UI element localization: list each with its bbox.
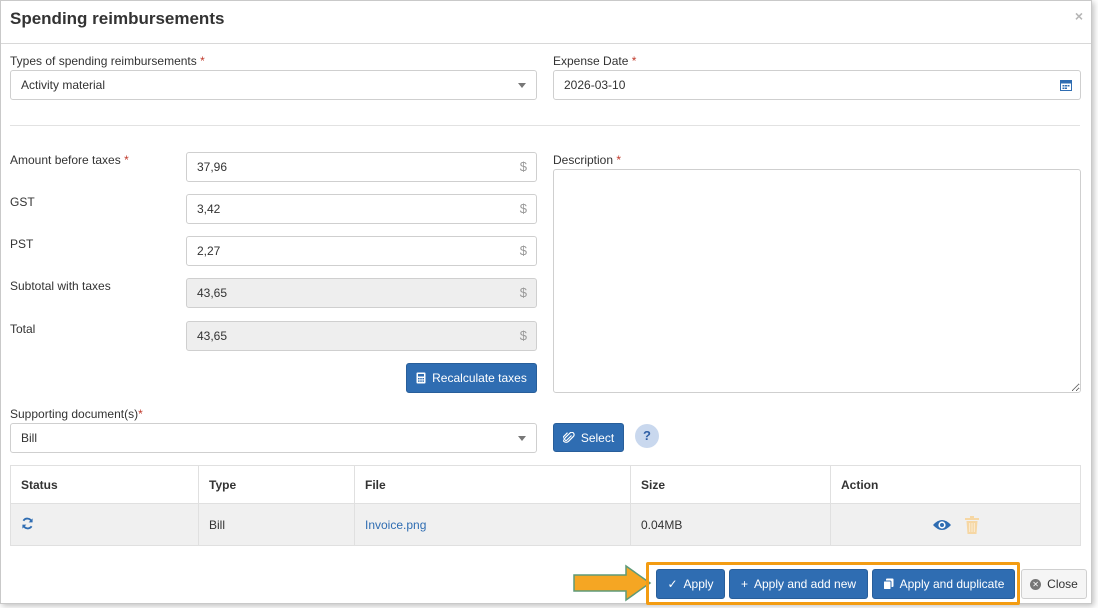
documents-table: Status Type File Size Action Bill Invoic… [10,465,1081,546]
chevron-down-icon [518,83,526,88]
apply-and-duplicate-button[interactable]: Apply and duplicate [872,569,1015,599]
apply-and-duplicate-label: Apply and duplicate [899,577,1005,591]
amount-input[interactable]: 37,96 $ [186,152,537,182]
description-label: Description * [553,153,621,167]
apply-button[interactable]: ✓ Apply [656,569,725,599]
table-row: Bill Invoice.png 0.04MB [10,503,1081,546]
subtotal-label: Subtotal with taxes [10,279,111,293]
docs-label: Supporting document(s)* [10,407,143,421]
amount-value: 37,96 [197,160,228,174]
total-field: 43,65 $ [186,321,537,351]
type-label-text: Types of spending reimbursements [10,54,197,68]
recalculate-taxes-label: Recalculate taxes [432,371,527,385]
paperclip-icon [562,431,575,443]
arrow-right-icon [573,564,652,602]
help-icon[interactable]: ? [635,424,659,448]
close-button[interactable]: ✕ Close [1021,569,1087,599]
type-select-value: Activity material [21,78,106,92]
required-mark: * [631,54,637,68]
dollar-icon: $ [519,159,527,174]
file-cell: Invoice.png [354,503,631,546]
subtotal-field: 43,65 $ [186,278,537,308]
chevron-down-icon [518,436,526,441]
apply-and-add-new-button[interactable]: + Apply and add new [729,569,868,599]
close-circle-icon: ✕ [1030,578,1042,590]
date-label: Expense Date * [553,54,636,68]
refresh-icon[interactable] [21,517,34,530]
column-header: Action [830,465,1081,504]
column-header: Size [630,465,831,504]
file-link[interactable]: Invoice.png [365,518,426,532]
calculator-icon [416,372,426,384]
dollar-icon: $ [519,243,527,258]
total-value: 43,65 [197,329,228,343]
copy-icon [882,578,894,590]
expense-date-field[interactable]: 2026-03-10 [553,70,1081,100]
dollar-icon: $ [519,285,527,300]
pst-input[interactable]: 2,27 $ [186,236,537,266]
required-mark: * [200,54,205,68]
column-header: Type [198,465,355,504]
dollar-icon: $ [519,328,527,343]
required-mark: * [616,153,622,167]
close-label: Close [1047,577,1078,591]
trash-icon[interactable] [965,515,980,534]
pst-value: 2,27 [197,244,221,258]
document-type-value: Bill [21,431,38,445]
section-divider [10,125,1080,126]
description-label-text: Description [553,153,614,167]
dialog-header: Spending reimbursements × [1,1,1091,44]
select-file-label: Select [580,430,615,445]
expense-date-value: 2026-03-10 [564,78,626,92]
required-mark: * [138,407,143,421]
amount-label: Amount before taxes * [10,153,129,167]
gst-input[interactable]: 3,42 $ [186,194,537,224]
description-textarea[interactable] [553,169,1081,393]
table-header-row: Status Type File Size Action [10,465,1081,504]
gst-value: 3,42 [197,202,221,216]
total-label: Total [10,322,36,336]
type-select[interactable]: Activity material [10,70,537,100]
reimbursement-dialog: Spending reimbursements × Types of spend… [0,0,1092,605]
check-icon: ✓ [667,577,678,591]
type-label: Types of spending reimbursements * [10,54,205,68]
plus-icon: + [740,577,748,591]
date-label-text: Expense Date [553,54,629,68]
pst-label: PST [10,237,34,251]
required-mark: * [124,153,129,167]
docs-label-text: Supporting document(s) [10,407,139,421]
eye-icon[interactable] [932,518,952,532]
document-type-select[interactable]: Bill [10,423,537,453]
recalculate-taxes-button[interactable]: Recalculate taxes [406,363,537,393]
amount-label-text: Amount before taxes [10,153,121,167]
action-cell [830,503,1081,546]
dollar-icon: $ [519,201,527,216]
column-header: File [354,465,631,504]
gst-label: GST [10,195,35,209]
type-cell: Bill [198,503,355,546]
apply-label: Apply [683,577,714,591]
status-cell [10,503,199,546]
subtotal-value: 43,65 [197,286,228,300]
dialog-close-icon[interactable]: × [1075,8,1083,24]
select-file-button[interactable]: Select [553,423,624,452]
apply-and-add-new-label: Apply and add new [753,577,857,591]
dialog-title: Spending reimbursements [10,9,225,28]
column-header: Status [10,465,199,504]
calendar-icon[interactable] [1060,79,1072,91]
size-cell: 0.04MB [630,503,831,546]
